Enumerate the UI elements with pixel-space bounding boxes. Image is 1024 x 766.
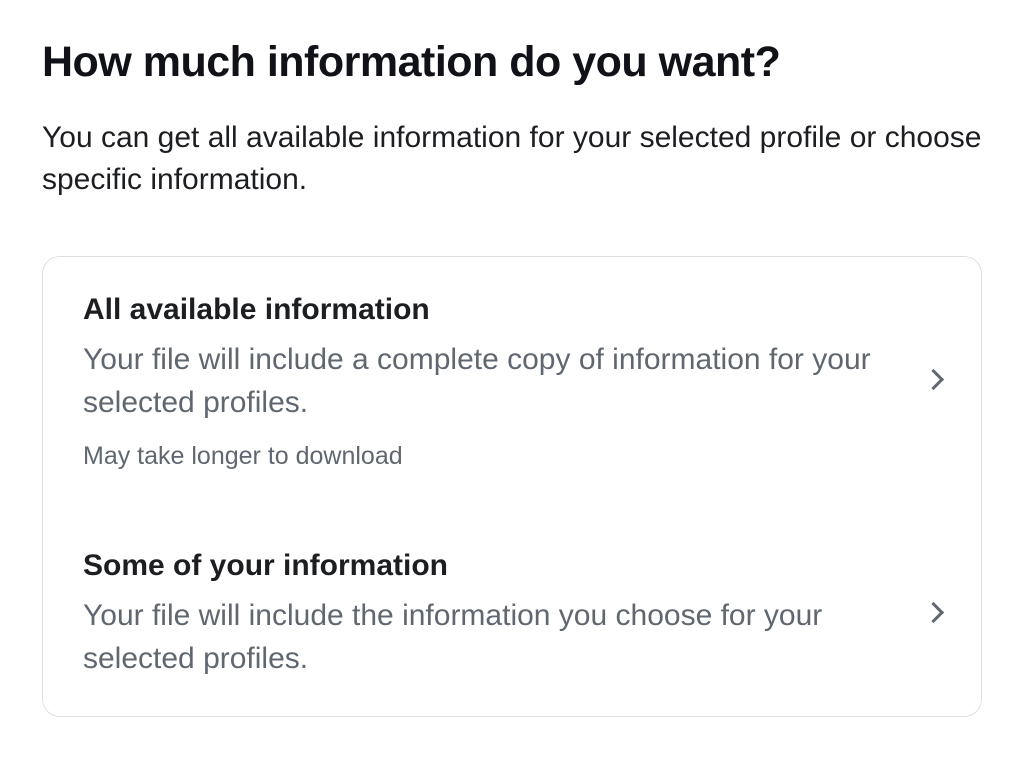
option-all-note: May take longer to download <box>83 442 886 471</box>
option-all-content: All available information Your file will… <box>83 293 926 471</box>
option-all-information[interactable]: All available information Your file will… <box>43 257 981 501</box>
page-title: How much information do you want? <box>42 38 982 87</box>
page-subtitle: You can get all available information fo… <box>42 117 982 201</box>
option-all-description: Your file will include a complete copy o… <box>83 339 886 424</box>
chevron-right-icon <box>926 605 941 625</box>
option-all-title: All available information <box>83 293 886 327</box>
option-some-title: Some of your information <box>83 549 886 583</box>
option-some-description: Your file will include the information y… <box>83 595 886 680</box>
option-some-content: Some of your information Your file will … <box>83 549 926 680</box>
option-some-information[interactable]: Some of your information Your file will … <box>43 501 981 716</box>
options-card: All available information Your file will… <box>42 256 982 717</box>
chevron-right-icon <box>926 372 941 392</box>
